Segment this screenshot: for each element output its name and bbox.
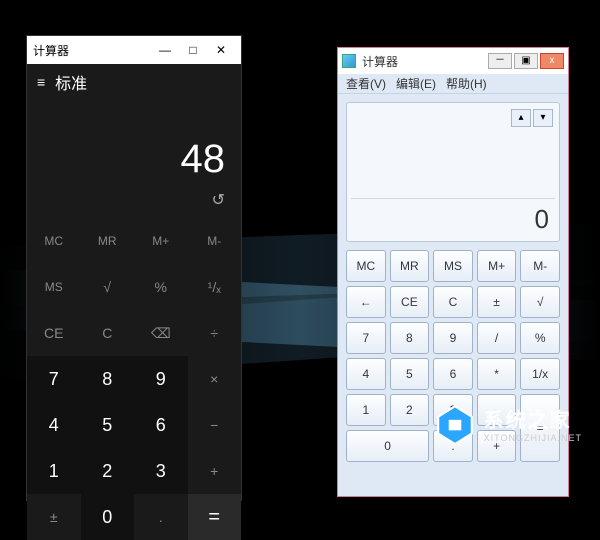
digit-8-button[interactable]: 8 xyxy=(81,356,135,402)
menu-edit[interactable]: 编辑(E) xyxy=(396,75,436,92)
digit-1-button[interactable]: 1 xyxy=(27,448,81,494)
display-value: 0 xyxy=(535,204,549,235)
reciprocal-button[interactable]: ¹/ₓ xyxy=(188,264,242,310)
maximize-button[interactable]: ▣ xyxy=(514,53,538,69)
decimal-button[interactable]: . xyxy=(134,494,188,540)
digit-4-button[interactable]: 4 xyxy=(346,358,386,390)
history-row: ↺ xyxy=(27,190,241,218)
titlebar[interactable]: 计算器 － ▣ x xyxy=(338,48,568,74)
mplus-button[interactable]: M+ xyxy=(134,218,188,264)
plusminus-button[interactable]: ± xyxy=(27,494,81,540)
history-nav: ▴ ▾ xyxy=(511,109,553,127)
mplus-button[interactable]: M+ xyxy=(477,250,517,282)
sqrt-button[interactable]: √ xyxy=(520,286,560,318)
display-value: 48 xyxy=(181,137,226,182)
keypad: MC MR M+ M- MS √ % ¹/ₓ CE C ⌫ ÷ 7 8 9 × … xyxy=(27,218,241,540)
digit-6-button[interactable]: 6 xyxy=(433,358,473,390)
divide-button[interactable]: ÷ xyxy=(188,310,242,356)
ms-button[interactable]: MS xyxy=(27,264,81,310)
digit-5-button[interactable]: 5 xyxy=(81,402,135,448)
history-down-button[interactable]: ▾ xyxy=(533,109,553,127)
digit-7-button[interactable]: 7 xyxy=(27,356,81,402)
divide-button[interactable]: / xyxy=(477,322,517,354)
history-icon[interactable]: ↺ xyxy=(212,190,225,218)
subtract-button[interactable]: − xyxy=(188,402,242,448)
digit-1-button[interactable]: 1 xyxy=(346,394,386,426)
history-up-button[interactable]: ▴ xyxy=(511,109,531,127)
ce-button[interactable]: CE xyxy=(390,286,430,318)
minimize-button[interactable]: － xyxy=(488,53,512,69)
backspace-button[interactable]: ⌫ xyxy=(134,310,188,356)
mr-button[interactable]: MR xyxy=(390,250,430,282)
ce-button[interactable]: CE xyxy=(27,310,81,356)
reciprocal-button[interactable]: 1/x xyxy=(520,358,560,390)
backspace-button[interactable]: ← xyxy=(346,286,386,318)
digit-4-button[interactable]: 4 xyxy=(27,402,81,448)
menu-help[interactable]: 帮助(H) xyxy=(446,75,487,92)
display-separator xyxy=(351,198,555,199)
close-button[interactable]: ✕ xyxy=(207,43,235,57)
c-button[interactable]: C xyxy=(433,286,473,318)
menu-view[interactable]: 查看(V) xyxy=(346,75,386,92)
digit-5-button[interactable]: 5 xyxy=(390,358,430,390)
digit-0-button[interactable]: 0 xyxy=(81,494,135,540)
digit-6-button[interactable]: 6 xyxy=(134,402,188,448)
add-button[interactable]: + xyxy=(188,448,242,494)
mc-button[interactable]: MC xyxy=(27,218,81,264)
watermark-logo-icon xyxy=(434,402,476,444)
window-title: 计算器 xyxy=(362,53,486,70)
display: 48 xyxy=(27,100,241,190)
c-button[interactable]: C xyxy=(81,310,135,356)
percent-button[interactable]: % xyxy=(520,322,560,354)
calculator-modern-window: 计算器 — □ ✕ ≡ 标准 48 ↺ MC MR M+ M- MS √ % ¹… xyxy=(26,35,242,501)
mode-label: 标准 xyxy=(55,70,87,94)
digit-0-button[interactable]: 0 xyxy=(346,430,429,462)
plusminus-button[interactable]: ± xyxy=(477,286,517,318)
mminus-button[interactable]: M- xyxy=(520,250,560,282)
digit-8-button[interactable]: 8 xyxy=(390,322,430,354)
titlebar[interactable]: 计算器 — □ ✕ xyxy=(27,36,241,64)
mr-button[interactable]: MR xyxy=(81,218,135,264)
digit-9-button[interactable]: 9 xyxy=(134,356,188,402)
multiply-button[interactable]: * xyxy=(477,358,517,390)
digit-2-button[interactable]: 2 xyxy=(81,448,135,494)
maximize-button[interactable]: □ xyxy=(179,43,207,57)
sqrt-button[interactable]: √ xyxy=(81,264,135,310)
hamburger-icon[interactable]: ≡ xyxy=(37,74,45,90)
equals-button[interactable]: = xyxy=(188,494,242,540)
multiply-button[interactable]: × xyxy=(188,356,242,402)
digit-2-button[interactable]: 2 xyxy=(390,394,430,426)
digit-7-button[interactable]: 7 xyxy=(346,322,386,354)
ms-button[interactable]: MS xyxy=(433,250,473,282)
close-button[interactable]: x xyxy=(540,53,564,69)
digit-3-button[interactable]: 3 xyxy=(134,448,188,494)
window-title: 计算器 xyxy=(33,42,151,59)
watermark-text: 系统之家 XITONGZHIJIA.NET xyxy=(484,404,582,443)
mc-button[interactable]: MC xyxy=(346,250,386,282)
watermark: 系统之家 XITONGZHIJIA.NET xyxy=(434,402,582,444)
app-icon xyxy=(342,54,356,68)
mode-bar: ≡ 标准 xyxy=(27,64,241,100)
digit-9-button[interactable]: 9 xyxy=(433,322,473,354)
minimize-button[interactable]: — xyxy=(151,43,179,57)
display: ▴ ▾ 0 xyxy=(346,102,560,242)
watermark-en: XITONGZHIJIA.NET xyxy=(484,433,582,443)
percent-button[interactable]: % xyxy=(134,264,188,310)
watermark-cn: 系统之家 xyxy=(484,404,582,433)
menu-bar: 查看(V) 编辑(E) 帮助(H) xyxy=(338,74,568,94)
mminus-button[interactable]: M- xyxy=(188,218,242,264)
